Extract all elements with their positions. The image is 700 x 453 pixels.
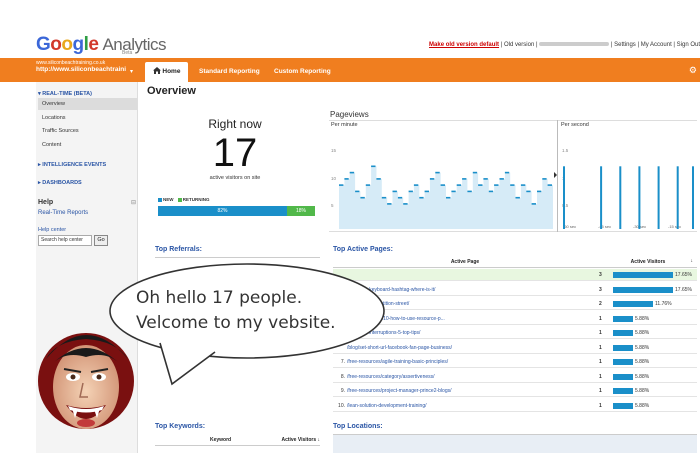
speech-line-2: Velcome to my vebsite.	[136, 313, 336, 333]
vampire-face-image	[38, 333, 134, 429]
speech-line-1: Oh hello 17 people.	[136, 288, 303, 308]
